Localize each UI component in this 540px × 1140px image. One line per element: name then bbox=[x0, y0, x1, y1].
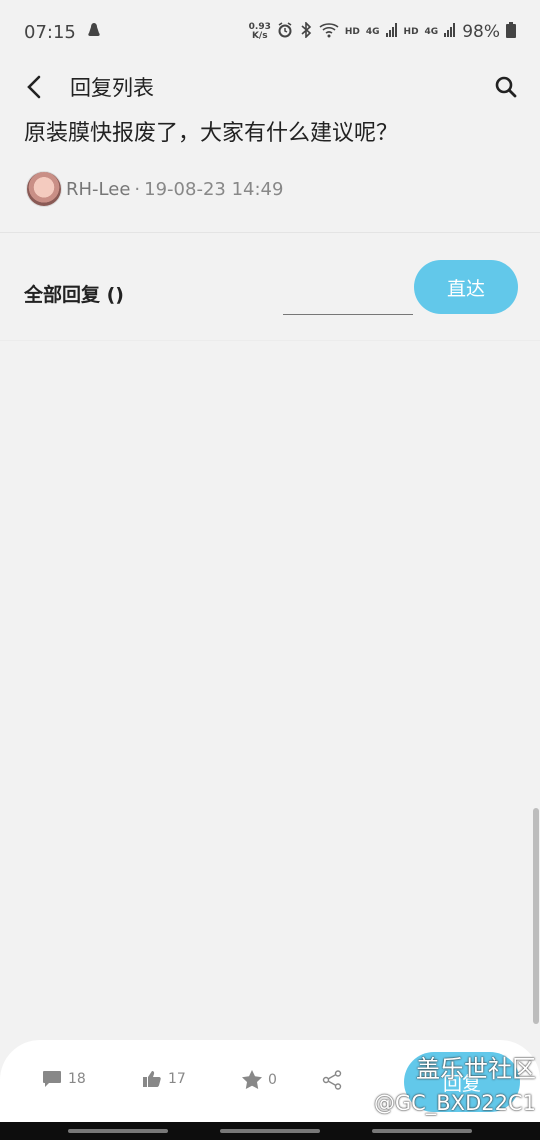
search-button[interactable] bbox=[492, 73, 520, 101]
nav-recents-indicator[interactable] bbox=[68, 1129, 168, 1133]
bluetooth-icon bbox=[299, 20, 313, 43]
divider bbox=[0, 340, 540, 341]
post-date: 19-08-23 14:49 bbox=[144, 178, 284, 200]
app-notification-icon bbox=[86, 22, 102, 43]
meta-separator: · bbox=[134, 178, 141, 200]
wifi-icon bbox=[319, 22, 339, 43]
alarm-icon bbox=[277, 21, 293, 43]
back-arrow-icon bbox=[27, 75, 41, 99]
share-icon bbox=[322, 1070, 342, 1090]
comment-icon bbox=[43, 1071, 61, 1087]
star-icon bbox=[242, 1070, 262, 1089]
search-icon bbox=[495, 76, 517, 98]
network-speed: 0.93 K/s bbox=[248, 22, 271, 41]
nav-back-indicator[interactable] bbox=[372, 1129, 472, 1133]
page-title: 回复列表 bbox=[70, 76, 154, 100]
divider bbox=[0, 232, 540, 233]
app-bar: 回复列表 bbox=[0, 64, 540, 110]
author-name[interactable]: RH-Lee bbox=[66, 179, 130, 200]
favorite-action[interactable]: 0 bbox=[242, 1070, 277, 1089]
battery-icon bbox=[506, 21, 516, 43]
go-button[interactable]: 直达 bbox=[414, 260, 518, 314]
signal-icon bbox=[444, 22, 456, 42]
hd-label-2: HD bbox=[403, 27, 419, 37]
nav-home-indicator[interactable] bbox=[220, 1129, 320, 1133]
reply-button[interactable]: 回复 bbox=[404, 1052, 520, 1112]
replies-count-label: 全部回复 () bbox=[24, 284, 124, 306]
favorites-count: 0 bbox=[268, 1071, 277, 1088]
system-navigation-bar bbox=[0, 1122, 540, 1140]
status-time: 07:15 bbox=[24, 21, 76, 43]
share-action[interactable] bbox=[322, 1070, 342, 1090]
hd-label-1: HD bbox=[344, 27, 360, 37]
post-meta: RH-Lee · 19-08-23 14:49 bbox=[26, 170, 283, 208]
scrollbar[interactable] bbox=[533, 808, 539, 1024]
post-title: 原装膜快报废了，大家有什么建议呢？ bbox=[24, 121, 399, 146]
likes-count: 17 bbox=[168, 1071, 186, 1087]
status-bar: 07:15 0.93 K/s HD 4G HD 4G 98% bbox=[0, 0, 540, 64]
battery-percent: 98% bbox=[462, 22, 500, 42]
thumbs-up-icon bbox=[143, 1071, 161, 1087]
network-type-1: 4G bbox=[365, 27, 380, 37]
page-jump-input[interactable] bbox=[283, 282, 413, 315]
like-action[interactable]: 17 bbox=[142, 1070, 186, 1088]
avatar[interactable] bbox=[26, 171, 62, 207]
comments-count: 18 bbox=[68, 1071, 86, 1087]
back-button[interactable] bbox=[20, 73, 48, 101]
comments-action[interactable]: 18 bbox=[42, 1070, 86, 1088]
network-type-2: 4G bbox=[424, 27, 439, 37]
signal-icon bbox=[385, 22, 398, 42]
